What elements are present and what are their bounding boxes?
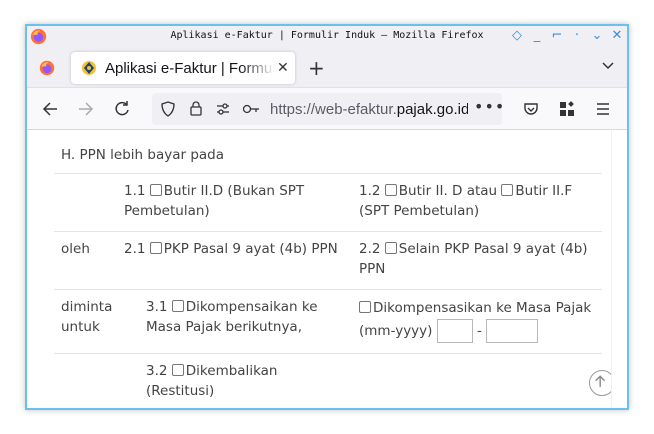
- right-scroll-area[interactable]: [611, 131, 627, 408]
- navigation-toolbar: https://web-efaktur.pajak.go.id •••: [27, 88, 627, 130]
- page-actions-icon[interactable]: •••: [474, 97, 505, 116]
- checkbox-3-2[interactable]: [171, 364, 184, 376]
- checkbox-1-2-a[interactable]: [384, 184, 397, 196]
- browser-window: Aplikasi e-Faktur | Formulir Induk — Moz…: [25, 24, 629, 410]
- url-text[interactable]: https://web-efaktur.pajak.go.id: [270, 101, 468, 118]
- row-3-label: diminta untuk: [61, 299, 113, 335]
- minimize-icon[interactable]: _: [531, 29, 543, 43]
- forward-icon[interactable]: [77, 100, 95, 118]
- left-edge: [27, 131, 28, 408]
- section-h-title: H. PPN lebih bayar pada: [61, 147, 225, 163]
- item-2-2-number: 2.2: [359, 241, 381, 257]
- masa-pajak-start-input[interactable]: [436, 319, 473, 343]
- firefox-view-icon[interactable]: [39, 60, 55, 76]
- checkbox-1-1[interactable]: [149, 184, 162, 196]
- item-3-1: 3.1 Dikompensaikan ke Masa Pajak berikut…: [146, 297, 336, 337]
- tab-label: Aplikasi e-Faktur | Formulir Induk: [105, 59, 275, 77]
- key-icon[interactable]: [242, 101, 260, 117]
- form-row-2: oleh 2.1 PKP Pasal 9 ayat (4b) PPN 2.2 S…: [54, 231, 602, 289]
- back-icon[interactable]: [41, 100, 59, 118]
- item-1-1: 1.1 Butir II.D (Bukan SPT Pembetulan): [124, 181, 324, 221]
- kompensasi-label: Dikompensasikan ke Masa Pajak (mm-yyyy): [359, 300, 592, 339]
- item-2-2: 2.2 Selain PKP Pasal 9 ayat (4b) PPN: [359, 239, 594, 279]
- item-1-2-number: 1.2: [359, 183, 381, 199]
- form-row-3: diminta untuk 3.1 Dikompensaikan ke Masa…: [54, 289, 602, 353]
- url-domain: pajak.go.id: [396, 101, 468, 118]
- kompensasi-option: Dikompensasikan ke Masa Pajak (mm-yyyy) …: [359, 297, 599, 343]
- checkbox-1-2-b[interactable]: [501, 184, 514, 196]
- menu-dot-icon[interactable]: ·: [571, 29, 583, 43]
- permissions-icon[interactable]: [215, 101, 231, 117]
- pajak-favicon-icon: [82, 61, 96, 75]
- url-bar[interactable]: https://web-efaktur.pajak.go.id •••: [152, 93, 505, 125]
- pocket-icon[interactable]: [522, 100, 540, 118]
- new-tab-icon[interactable]: +: [308, 56, 325, 80]
- form-row-4: 3.2 Dikembalikan (Restitusi): [54, 353, 602, 408]
- desktop-background: Aplikasi e-Faktur | Formulir Induk — Moz…: [0, 0, 654, 434]
- lock-icon[interactable]: [188, 100, 204, 117]
- item-1-2-label-a: Butir II. D atau: [398, 183, 498, 199]
- arrow-up-icon: [595, 375, 606, 387]
- range-separator: -: [477, 323, 482, 339]
- item-3-2-number: 3.2: [146, 363, 168, 379]
- hamburger-menu-icon[interactable]: [594, 100, 612, 118]
- close-icon[interactable]: ✕: [611, 29, 623, 43]
- shield-icon[interactable]: [160, 101, 176, 117]
- item-1-1-number: 1.1: [124, 183, 146, 199]
- reload-icon[interactable]: [113, 100, 131, 118]
- page-content: H. PPN lebih bayar pada 1.1 Butir II.D (…: [27, 131, 627, 408]
- tab-bar: Aplikasi e-Faktur | Formulir Induk ✕ +: [27, 48, 627, 88]
- chevron-down-icon[interactable]: ⌄: [591, 29, 603, 43]
- masa-pajak-end-input[interactable]: [486, 319, 539, 343]
- url-prefix: https://web-efaktur.: [270, 101, 397, 118]
- item-2-1-number: 2.1: [124, 241, 146, 257]
- row-2-label: oleh: [61, 241, 90, 257]
- close-tab-icon[interactable]: ✕: [277, 60, 289, 76]
- item-1-2: 1.2 Butir II. D atau Butir II.F (SPT Pem…: [359, 181, 589, 221]
- shade-icon[interactable]: ⌐: [551, 29, 563, 43]
- checkbox-3-1[interactable]: [171, 300, 184, 312]
- item-3-1-number: 3.1: [146, 299, 168, 315]
- list-all-tabs-icon[interactable]: [601, 58, 615, 72]
- checkbox-2-1[interactable]: [149, 242, 162, 254]
- tab-active[interactable]: Aplikasi e-Faktur | Formulir Induk ✕: [71, 52, 295, 84]
- checkbox-kompensasi[interactable]: [359, 301, 371, 313]
- item-2-1: 2.1 PKP Pasal 9 ayat (4b) PPN: [124, 239, 349, 259]
- item-3-2: 3.2 Dikembalikan (Restitusi): [146, 361, 336, 401]
- keep-above-icon[interactable]: ◇: [511, 29, 523, 43]
- extensions-icon[interactable]: [558, 100, 576, 118]
- title-bar: Aplikasi e-Faktur | Formulir Induk — Moz…: [27, 26, 627, 48]
- item-2-1-label: PKP Pasal 9 ayat (4b) PPN: [163, 241, 338, 257]
- window-controls: ◇ _ ⌐ · ⌄ ✕: [511, 29, 623, 43]
- form-row-1: 1.1 Butir II.D (Bukan SPT Pembetulan) 1.…: [54, 173, 602, 231]
- checkbox-2-2[interactable]: [384, 242, 397, 254]
